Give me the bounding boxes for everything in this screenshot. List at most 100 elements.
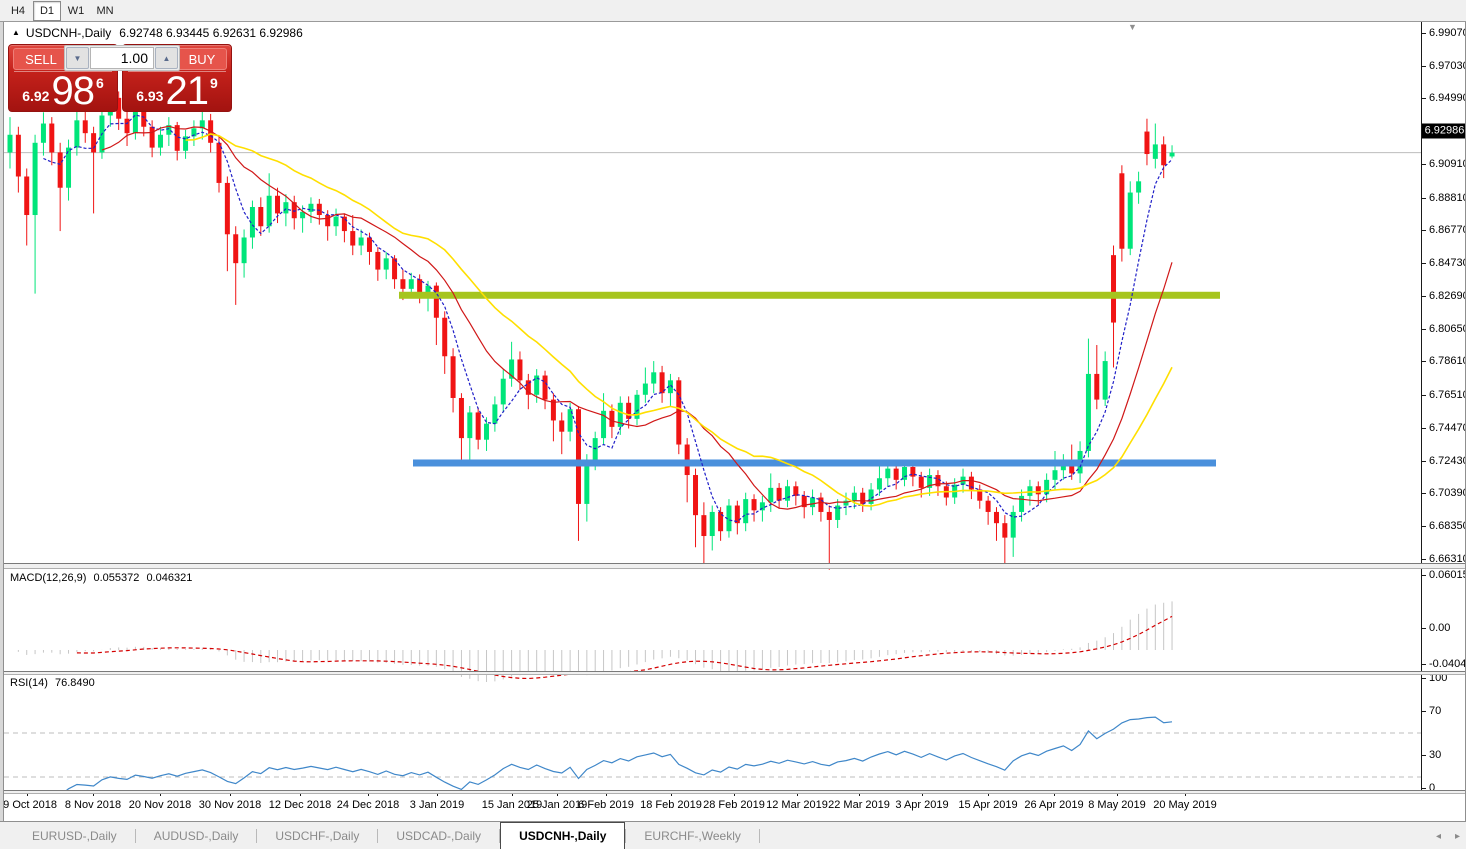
date-axis-label: 12 Mar 2019 (766, 799, 828, 811)
candle-body (651, 372, 656, 383)
candle-body (643, 384, 648, 395)
candle-body (150, 127, 155, 148)
candle-body (233, 234, 238, 263)
panel-divider[interactable] (0, 563, 1466, 569)
candle-body (1128, 193, 1133, 249)
axis-tick (1422, 263, 1426, 264)
price-axis-label: 6.97030 (1429, 60, 1466, 72)
tab-scroll-left-icon[interactable]: ◂ (1436, 831, 1441, 842)
axis-tick (1422, 296, 1426, 297)
rsi-indicator-label: RSI(14) 76.8490 (10, 677, 99, 689)
candle-body (16, 135, 21, 177)
chart-tab-eurchf-weekly[interactable]: EURCHF-,Weekly (626, 822, 758, 849)
date-axis-label: 24 Dec 2018 (337, 799, 399, 811)
candle-body (584, 461, 589, 504)
candle-body (308, 204, 313, 212)
chart-tab-usdcnh-daily[interactable]: USDCNH-,Daily (500, 822, 625, 849)
candle-body (877, 478, 882, 489)
candle-body (752, 499, 757, 510)
candle-body (1002, 523, 1007, 537)
volume-group: ▼ ▲ (64, 45, 180, 71)
timeframe-button-mn[interactable]: MN (91, 1, 119, 21)
candle-body (49, 124, 54, 153)
axis-tick (1422, 198, 1426, 199)
chart-tab-eurusd-daily[interactable]: EURUSD-,Daily (14, 822, 135, 849)
candle-body (158, 135, 163, 148)
candle-body (451, 356, 456, 398)
candle-body (1027, 486, 1032, 496)
macd-axis-label: 0.00 (1429, 622, 1450, 634)
macd-axis-label: 0.060159 (1429, 569, 1466, 581)
rsi-value: 76.8490 (55, 677, 95, 689)
axis-tick (1422, 711, 1426, 712)
tab-scroll-right-icon[interactable]: ▸ (1455, 831, 1460, 842)
volume-input[interactable] (90, 47, 154, 69)
chart-tab-usdchf-daily[interactable]: USDCHF-,Daily (257, 822, 377, 849)
axis-tick (1422, 395, 1426, 396)
buy-button[interactable]: BUY (177, 48, 227, 70)
volume-decrease-button[interactable]: ▼ (66, 47, 89, 69)
macd-name: MACD(12,26,9) (10, 572, 86, 584)
axis-tick (1422, 664, 1426, 665)
date-axis-label: 20 Nov 2018 (129, 799, 191, 811)
candle-body (283, 202, 288, 213)
date-axis-label: 6 Feb 2019 (578, 799, 634, 811)
candle-body (342, 217, 347, 231)
candle-body (442, 318, 447, 357)
candle-body (225, 183, 230, 234)
candle-body (1103, 361, 1108, 400)
candle-body (375, 252, 380, 270)
candle-body (827, 512, 832, 520)
volume-increase-button[interactable]: ▲ (155, 47, 178, 69)
candle-body (1119, 173, 1124, 248)
timeframe-button-d1[interactable]: D1 (33, 1, 61, 21)
resistance-line[interactable] (399, 292, 1220, 299)
date-axis-label: 12 Dec 2018 (269, 799, 331, 811)
macd-canvas[interactable] (4, 589, 1421, 693)
date-axis-label: 26 Apr 2019 (1024, 799, 1083, 811)
candle-body (484, 424, 489, 440)
candle-body (8, 135, 13, 153)
chart-window[interactable] (0, 22, 1466, 821)
price-axis-label: 6.80650 (1429, 323, 1466, 335)
chart-tab-bar: EURUSD-,DailyAUDUSD-,DailyUSDCHF-,DailyU… (0, 821, 1466, 849)
candle-body (559, 420, 564, 431)
candle-body (1144, 132, 1149, 154)
chart-shift-marker-icon[interactable]: ▼ (1128, 22, 1137, 32)
candle-body (860, 493, 865, 504)
sell-button[interactable]: SELL (13, 48, 69, 70)
candle-body (24, 176, 29, 215)
candle-body (384, 258, 389, 269)
chart-tab-usdcad-daily[interactable]: USDCAD-,Daily (378, 822, 499, 849)
timeframe-button-w1[interactable]: W1 (62, 1, 90, 21)
candle-body (501, 379, 506, 405)
price-chart-canvas[interactable] (4, 46, 1421, 585)
candle-body (367, 237, 372, 251)
macd-value-2: 0.046321 (146, 572, 192, 584)
axis-tick (1422, 526, 1426, 527)
candle-body (91, 133, 96, 152)
collapse-arrow-icon: ▲ (12, 28, 20, 37)
candle-body (777, 488, 782, 501)
chart-ohlc-values: 6.92748 6.93445 6.92631 6.92986 (119, 26, 303, 40)
candle-body (434, 286, 439, 318)
candle-body (743, 499, 748, 523)
candle-body (350, 231, 355, 245)
candle-body (676, 380, 681, 444)
candle-body (258, 207, 263, 226)
panel-divider[interactable] (0, 671, 1466, 675)
timeframe-button-h4[interactable]: H4 (4, 1, 32, 21)
candle-body (409, 279, 414, 289)
axis-tick (1422, 33, 1426, 34)
support-line[interactable] (413, 459, 1216, 466)
candle-body (894, 469, 899, 480)
axis-tick (1422, 329, 1426, 330)
chart-tab-audusd-daily[interactable]: AUDUSD-,Daily (136, 822, 257, 849)
axis-tick (1422, 678, 1426, 679)
candle-body (543, 376, 548, 400)
candle-body (242, 237, 247, 263)
candle-body (334, 217, 339, 227)
rsi-axis-label: 70 (1429, 705, 1441, 717)
candle-body (417, 279, 422, 293)
panel-divider[interactable] (0, 790, 1466, 794)
